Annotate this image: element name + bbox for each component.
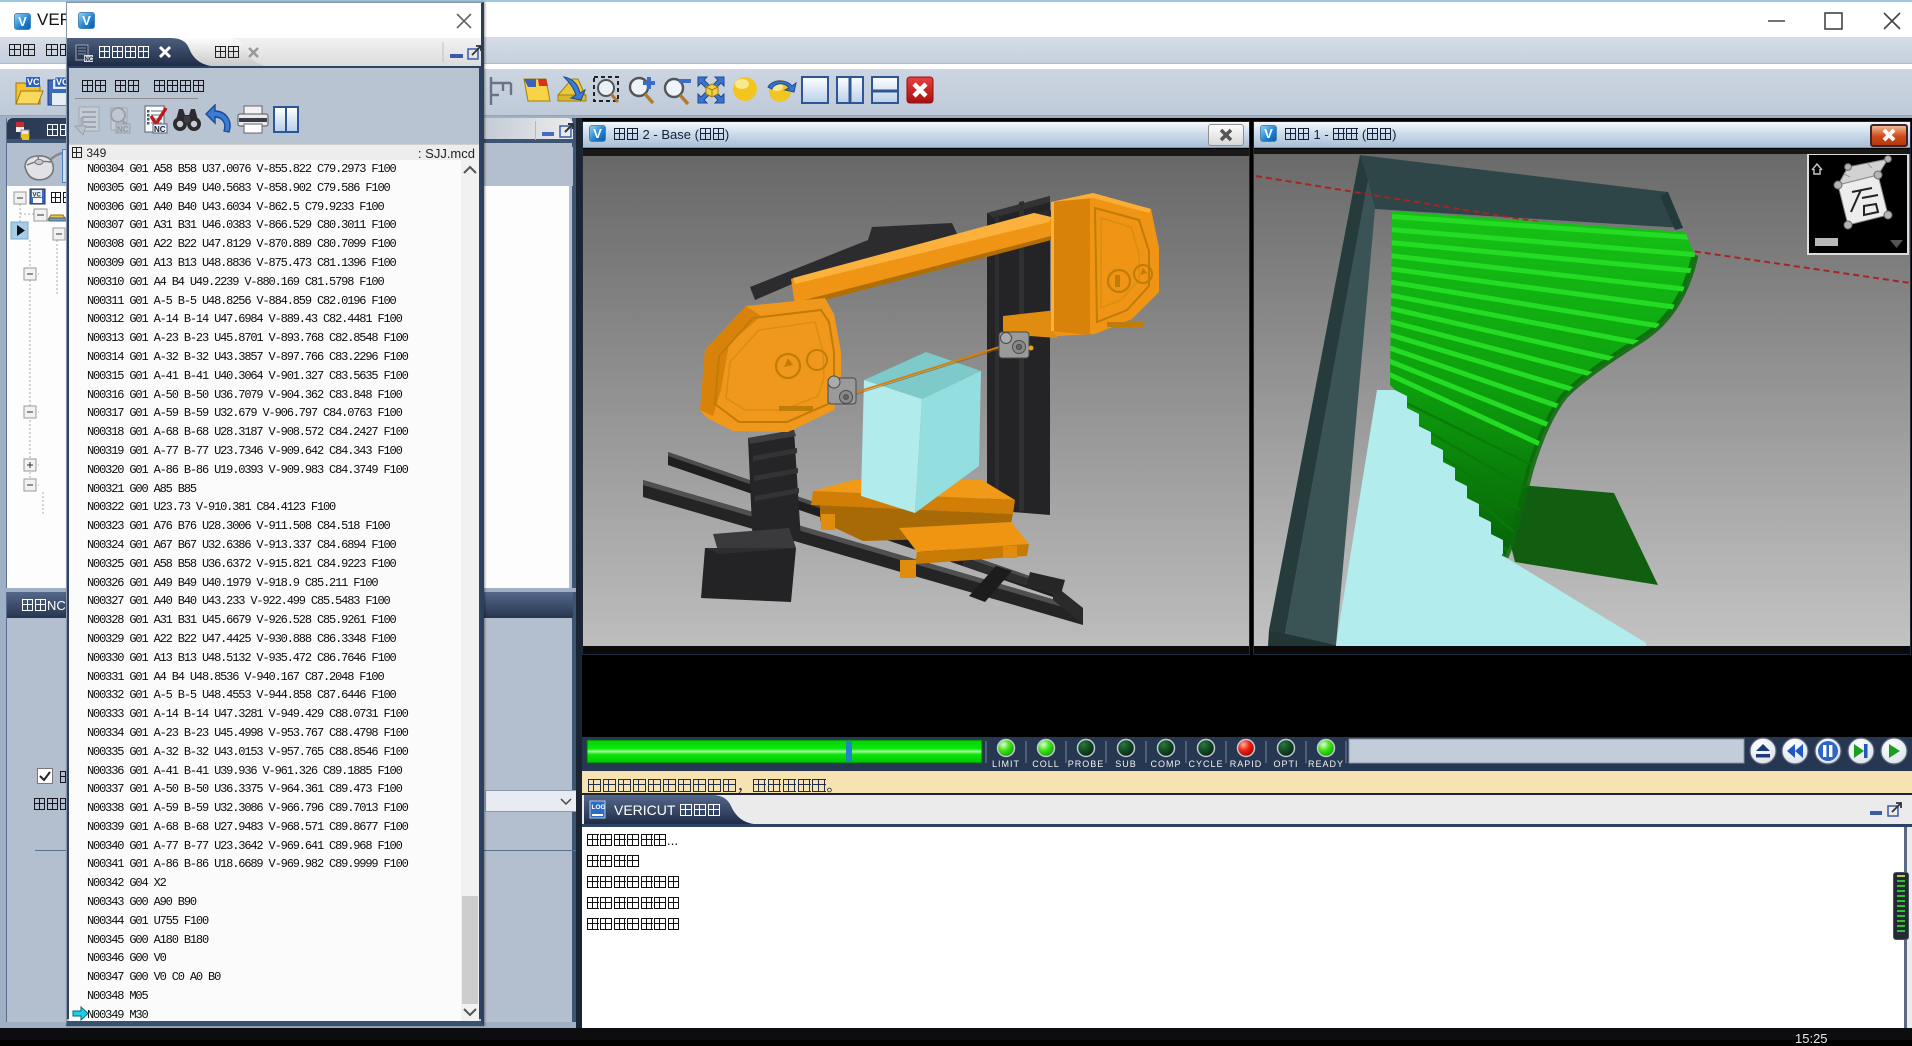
svg-text:VC: VC (27, 77, 40, 87)
svg-text:NC: NC (154, 125, 166, 134)
svg-text:VC: VC (33, 193, 42, 199)
svg-text:LOG: LOG (592, 804, 606, 811)
svg-text:CYCLE: CYCLE (1188, 759, 1223, 769)
svg-text:LIMIT: LIMIT (992, 759, 1020, 769)
svg-text:COLL: COLL (1032, 759, 1060, 769)
svg-text:PROBE: PROBE (1068, 759, 1105, 769)
svg-text:NC: NC (117, 125, 129, 134)
svg-text:OPTI: OPTI (1273, 759, 1298, 769)
svg-text:COMP: COMP (1151, 759, 1182, 769)
svg-text:SUB: SUB (1115, 759, 1137, 769)
svg-text:NC: NC (85, 57, 94, 62)
svg-text:READY: READY (1308, 759, 1344, 769)
svg-text:RAPID: RAPID (1230, 759, 1263, 769)
